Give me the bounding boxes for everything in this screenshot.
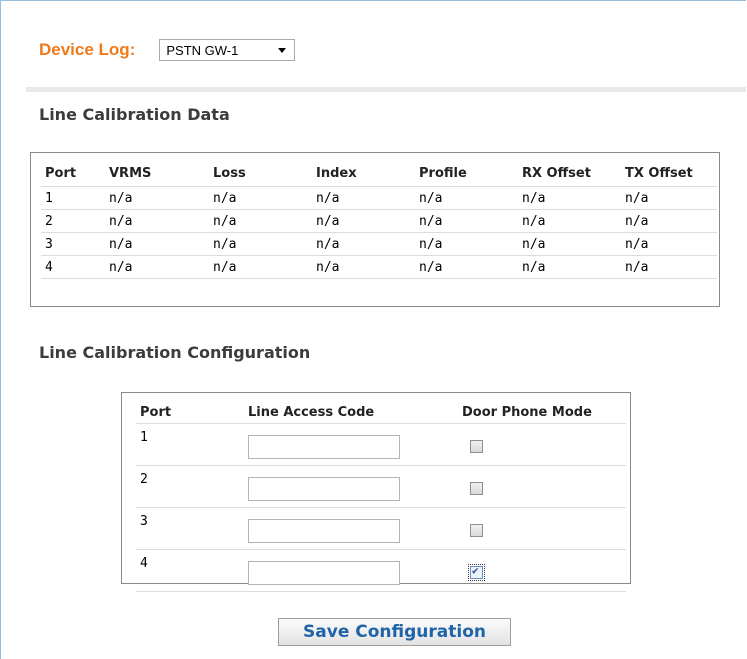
table-row: 2 — [136, 465, 626, 508]
line-access-code-cell — [244, 507, 458, 550]
table-cell: n/a — [105, 186, 209, 210]
table-cell: n/a — [312, 186, 415, 210]
column-header: Profile — [415, 163, 518, 187]
table-cell: n/a — [518, 209, 621, 233]
table-cell: n/a — [105, 232, 209, 256]
table-row: 1 — [136, 423, 626, 466]
door-phone-mode-checkbox[interactable] — [470, 524, 483, 537]
calibration-data-table: Port VRMS Loss Index Profile RX Offset TX Offs… — [41, 163, 717, 279]
column-header: RX Offset — [518, 163, 621, 187]
column-header: Index — [312, 163, 415, 187]
table-cell: 3 — [41, 232, 105, 256]
table-cell: n/a — [312, 209, 415, 233]
save-configuration-button[interactable]: Save Configuration — [278, 618, 511, 646]
column-header: Port — [41, 163, 105, 187]
line-access-code-cell — [244, 549, 458, 592]
port-number: 3 — [136, 507, 244, 550]
table-row: 3 n/a n/a n/a n/a n/a n/a — [41, 232, 717, 256]
table-cell: n/a — [415, 186, 518, 210]
table-cell: n/a — [621, 186, 717, 210]
table-row: 4 — [136, 549, 626, 592]
table-cell: n/a — [518, 186, 621, 210]
column-header: Door Phone Mode — [458, 401, 626, 424]
door-phone-mode-cell — [458, 465, 626, 508]
line-access-code-input[interactable] — [248, 560, 400, 585]
table-cell: n/a — [209, 255, 312, 279]
table-cell: n/a — [621, 209, 717, 233]
device-log-selected-value: PSTN GW-1 — [166, 42, 239, 58]
line-access-code-input[interactable] — [248, 476, 400, 501]
table-row: 3 — [136, 507, 626, 550]
table-header-row: Port VRMS Loss Index Profile RX Offset TX Offs… — [41, 163, 717, 187]
table-cell: n/a — [209, 209, 312, 233]
table-cell: n/a — [621, 255, 717, 279]
line-access-code-cell — [244, 465, 458, 508]
table-cell: n/a — [518, 232, 621, 256]
line-access-code-input[interactable] — [248, 434, 400, 459]
table-cell: n/a — [312, 255, 415, 279]
column-header: TX Offset — [621, 163, 717, 187]
device-log-select[interactable]: PSTN GW-1 — [159, 39, 296, 61]
port-number: 1 — [136, 423, 244, 466]
door-phone-mode-checkbox[interactable] — [468, 564, 485, 581]
door-phone-mode-checkbox[interactable] — [470, 482, 483, 495]
section-divider — [26, 87, 746, 92]
calibration-data-panel: Port VRMS Loss Index Profile RX Offset TX Offs… — [30, 152, 720, 307]
column-header: Loss — [209, 163, 312, 187]
chevron-down-icon — [278, 48, 287, 53]
device-log-label: Device Log: — [39, 40, 136, 59]
table-cell: n/a — [518, 255, 621, 279]
table-cell: 4 — [41, 255, 105, 279]
door-phone-mode-cell — [458, 423, 626, 466]
table-row: 4 n/a n/a n/a n/a n/a n/a — [41, 255, 717, 279]
table-cell: n/a — [415, 209, 518, 233]
table-cell: 2 — [41, 209, 105, 233]
table-cell: n/a — [105, 209, 209, 233]
column-header: Port — [136, 401, 244, 424]
table-cell: n/a — [415, 255, 518, 279]
line-access-code-input[interactable] — [248, 518, 400, 543]
table-cell: n/a — [312, 232, 415, 256]
table-row: 1 n/a n/a n/a n/a n/a n/a — [41, 186, 717, 210]
table-cell: n/a — [105, 255, 209, 279]
calibration-config-title: Line Calibration Configuration — [39, 343, 311, 362]
table-cell: 1 — [41, 186, 105, 210]
device-log-row: Device Log: PSTN GW-1 — [39, 37, 296, 63]
door-phone-mode-cell — [458, 549, 626, 592]
door-phone-mode-checkbox[interactable] — [470, 440, 483, 453]
calibration-data-title: Line Calibration Data — [39, 105, 230, 124]
column-header: VRMS — [105, 163, 209, 187]
table-cell: n/a — [209, 232, 312, 256]
calibration-config-panel: Port Line Access Code Door Phone Mode 1234 — [121, 392, 631, 592]
port-number: 2 — [136, 465, 244, 508]
line-access-code-cell — [244, 423, 458, 466]
calibration-config-table: Port Line Access Code Door Phone Mode 1234 — [136, 401, 626, 592]
door-phone-mode-cell — [458, 507, 626, 550]
table-row: 2 n/a n/a n/a n/a n/a n/a — [41, 209, 717, 233]
table-cell: n/a — [209, 186, 312, 210]
table-header-row: Port Line Access Code Door Phone Mode — [136, 401, 626, 424]
table-cell: n/a — [621, 232, 717, 256]
table-cell: n/a — [415, 232, 518, 256]
port-number: 4 — [136, 549, 244, 592]
column-header: Line Access Code — [244, 401, 458, 424]
